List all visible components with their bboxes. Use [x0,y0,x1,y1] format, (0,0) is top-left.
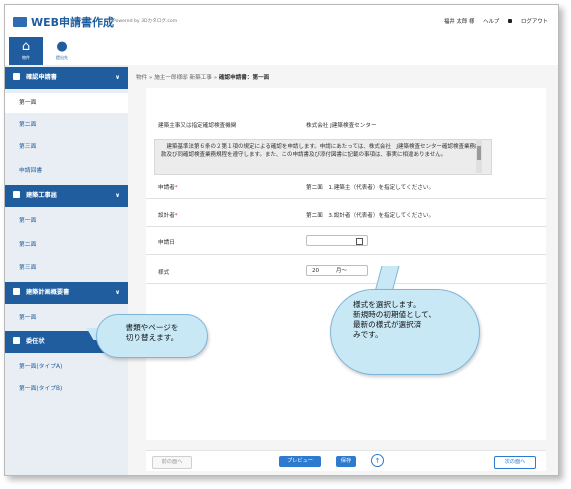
divider [146,198,546,199]
icon-bar: ⌂ 物件 ● 提出先 [5,37,558,65]
breadcrumb-item[interactable]: 新築工事 [190,75,212,81]
save-button[interactable]: 保存 [336,456,356,467]
breadcrumb-item[interactable]: 施主一郎様邸 [154,75,188,81]
lock-icon [508,19,513,23]
sidebar-section-kakunin[interactable]: 確認申請書 ∨ [5,67,128,89]
sidebar-section-gaiyo[interactable]: 建築計画概要書 ∨ [5,282,128,304]
style-select[interactable]: 20 月〜 [306,265,368,276]
main-area: 物件 » 施主一郎様邸 新築工事 » 確認申請書：第一面 建築主事又は指定確認検… [128,65,558,475]
callout-right: 様式を選択します。 新規時の初期値として、 最新の様式が選択済 みです。 [330,289,480,375]
divider [146,254,546,255]
preview-button[interactable]: プレビュー [279,456,321,467]
person-icon: ● [56,39,68,54]
applicant-label-text: 申請者 [158,185,175,191]
breadcrumb: 物件 » 施主一郎様邸 新築工事 » 確認申請書：第一面 [136,75,270,81]
logout-link[interactable]: ログアウト [508,19,548,25]
user-menu: 福井 太郎 様 ヘルプ ログアウト [437,17,548,25]
applicant-label: 申請者* [158,183,178,191]
sidebar-item-kakunin-3[interactable]: 第三面 [5,137,128,157]
divider [146,226,546,227]
sidebar-item-koji-1[interactable]: 第一面 [5,211,128,231]
document-icon [13,337,20,344]
chevron-down-icon: ∨ [115,74,120,81]
date-input[interactable] [306,235,368,246]
sidebar-item-koji-3[interactable]: 第三面 [5,258,128,278]
designer-label: 設計者* [158,211,178,219]
sidebar-item-kakunin-2[interactable]: 第二面 [5,115,128,135]
logo-icon [13,17,27,27]
org-label: 建築主事又は指定確認検査機関 [158,123,237,129]
logout-label: ログアウト [521,19,548,25]
tab-submit-to[interactable]: ● 提出先 [45,37,79,65]
breadcrumb-current: 確認申請書：第一面 [218,75,270,81]
designer-label-text: 設計者 [158,213,175,219]
required-mark: * [174,185,178,191]
notice-text: 建築基準法第６条の２第１項の規定による確認を申請します。申請にあたっては、株式会… [154,139,492,175]
breadcrumb-item[interactable]: 物件 [136,75,147,81]
sidebar-item-kakunin-1[interactable]: 第一面 [5,93,128,113]
tab-submit-to-label: 提出先 [56,55,68,60]
prev-page-button[interactable]: 前の面へ [152,456,192,469]
org-value: 株式会社 J建築検査センター [306,123,377,129]
sidebar-section-label: 建築計画概要書 [26,289,70,296]
help-link[interactable]: ヘルプ [483,19,499,25]
sidebar-section-label: 建築工事届 [26,192,57,199]
powered-by: Powered by 3Dカタログ.com [113,19,178,24]
notice-scrollbar[interactable] [476,139,482,173]
home-icon: ⌂ [21,39,31,54]
app-window: WEB申請書作成 Powered by 3Dカタログ.com 福井 太郎 様 ヘ… [4,4,559,476]
sidebar-section-koji[interactable]: 建築工事届 ∨ [5,185,128,207]
designer-value[interactable]: 第二面 3.設計者（代表者）を指定してください。 [306,211,434,219]
applicant-value[interactable]: 第二面 1.建築主（代表者）を指定してください。 [306,183,434,191]
scroll-top-button[interactable]: ↑ [371,454,384,467]
sidebar-section-label: 委任状 [26,338,45,345]
calendar-icon[interactable] [356,238,363,245]
style-label: 様式 [158,270,170,276]
top-header: WEB申請書作成 Powered by 3Dカタログ.com 福井 太郎 様 ヘ… [5,5,558,37]
sidebar-item-ininjo-a[interactable]: 第一面(タイプA) [5,357,128,377]
document-icon [13,73,20,80]
callout-left: 書類やページを 切り替えます。 [96,314,208,358]
required-mark: * [174,213,178,219]
next-page-button[interactable]: 次の面へ [494,456,536,469]
sidebar: 確認申請書 ∨ 第一面 第二面 第三面 申請回書 建築工事届 ∨ 第一面 第二面 第… [5,65,128,475]
tab-property-label: 物件 [22,55,30,60]
tab-property[interactable]: ⌂ 物件 [9,37,43,65]
user-name: 福井 太郎 様 [444,19,475,25]
chevron-down-icon: ∨ [115,289,120,296]
sidebar-item-kakunin-4[interactable]: 申請回書 [5,161,128,181]
sidebar-item-ininjo-b[interactable]: 第一面(タイプB) [5,379,128,399]
document-icon [13,191,20,198]
form-sheet: 建築主事又は指定確認検査機関 株式会社 J建築検査センター 建築基準法第６条の２… [146,88,546,440]
document-icon [13,288,20,295]
scroll-thumb[interactable] [477,146,481,160]
app-logo[interactable]: WEB申請書作成 [13,14,114,30]
divider [146,283,546,284]
sidebar-section-label: 確認申請書 [26,74,57,81]
date-label: 申請日 [158,240,175,246]
app-title: WEB申請書作成 [31,16,115,29]
bottom-toolbar: 前の面へ プレビュー 保存 ↑ 次の面へ [146,450,546,471]
chevron-down-icon: ∨ [115,192,120,199]
sidebar-item-koji-2[interactable]: 第二面 [5,235,128,255]
